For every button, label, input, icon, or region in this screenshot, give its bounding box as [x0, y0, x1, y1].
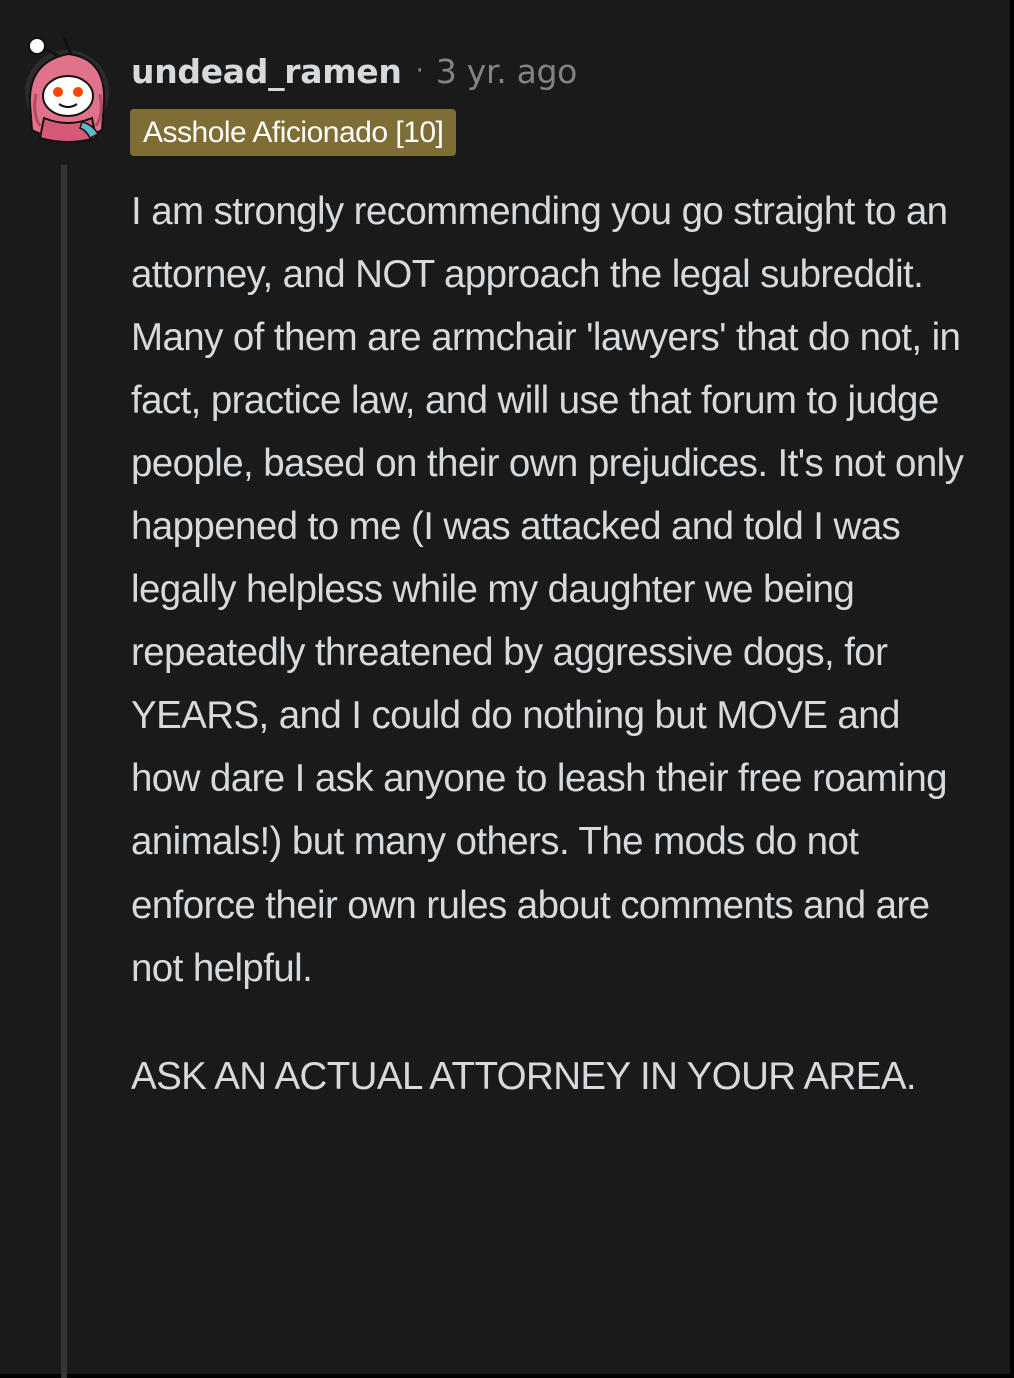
thread-collapse-line[interactable] [61, 165, 67, 1378]
comment-meta: undead_ramen · 3 yr. ago [131, 48, 577, 94]
comment-panel: undead_ramen · 3 yr. ago Asshole Aficion… [0, 0, 1014, 1378]
snoo-avatar-icon [25, 37, 109, 143]
username-link[interactable]: undead_ramen [131, 52, 402, 91]
meta-separator: · [415, 56, 424, 86]
user-avatar[interactable] [22, 34, 112, 144]
comment-timestamp[interactable]: 3 yr. ago [436, 52, 578, 91]
comment-paragraph: ASK AN ACTUAL ATTORNEY IN YOUR AREA. [131, 1054, 917, 1098]
user-flair-badge: Asshole Aficionado [10] [130, 109, 457, 156]
comment-paragraph: I am strongly recommending you go straig… [131, 190, 964, 990]
comment-body: I am strongly recommending you go straig… [131, 180, 971, 1108]
